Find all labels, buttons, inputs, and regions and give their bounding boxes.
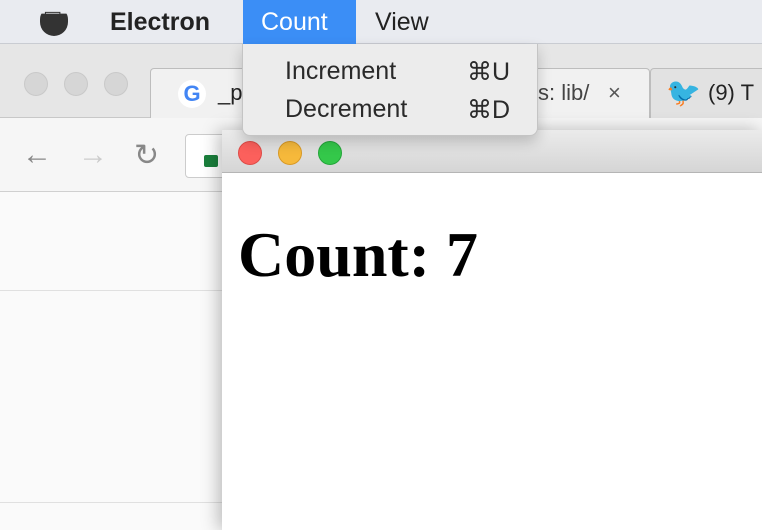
zoom-button[interactable] xyxy=(318,141,342,165)
divider xyxy=(0,502,222,503)
menu-item-shortcut: ⌘U xyxy=(467,58,511,86)
tab-title: _p xyxy=(218,80,243,105)
zoom-light-inactive[interactable] xyxy=(104,72,128,96)
count-dropdown-menu: Increment ⌘U Decrement ⌘D xyxy=(242,44,538,136)
menu-item-label: Increment xyxy=(285,57,397,85)
tab-close-icon[interactable]: × xyxy=(608,80,621,106)
reload-icon[interactable]: ↻ xyxy=(134,138,159,173)
divider xyxy=(0,290,222,291)
google-icon: G xyxy=(178,80,206,108)
tab-title: (9) T xyxy=(708,80,755,105)
minimize-light-inactive[interactable] xyxy=(64,72,88,96)
twitter-icon: 🐦 xyxy=(666,77,701,108)
menu-item-increment[interactable]: Increment ⌘U xyxy=(243,54,539,90)
menu-electron[interactable]: Electron xyxy=(92,0,228,44)
count-heading: Count: 7 xyxy=(238,219,479,290)
menu-item-shortcut: ⌘D xyxy=(467,96,511,124)
close-light-inactive[interactable] xyxy=(24,72,48,96)
menu-count[interactable]: Count xyxy=(243,0,356,44)
menu-item-label: Decrement xyxy=(285,95,408,123)
menu-view[interactable]: View xyxy=(357,0,447,44)
menu-bar:  Electron Count View xyxy=(0,0,762,44)
electron-window: Count: 7 xyxy=(222,130,762,530)
back-arrow-icon[interactable]: ← xyxy=(22,138,52,172)
minimize-button[interactable] xyxy=(278,141,302,165)
lock-icon xyxy=(204,155,218,167)
title-bar[interactable] xyxy=(222,130,762,173)
tab-title: s: lib/ xyxy=(538,80,590,105)
menu-item-decrement[interactable]: Decrement ⌘D xyxy=(243,92,539,128)
close-button[interactable] xyxy=(238,141,262,165)
forward-arrow-icon[interactable]: → xyxy=(78,138,108,172)
